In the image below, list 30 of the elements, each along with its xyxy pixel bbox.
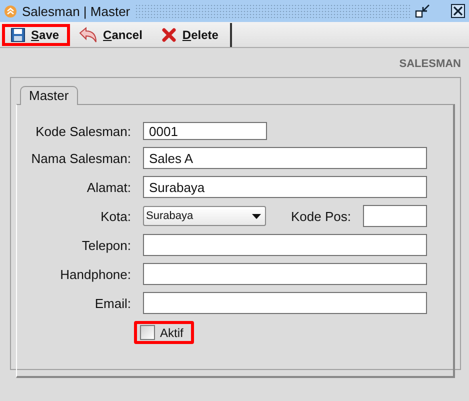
field-label: Handphone:	[59, 266, 131, 282]
close-icon[interactable]	[451, 4, 465, 18]
cancel-button[interactable]: Cancel	[70, 24, 154, 46]
field-label: Telepon:	[80, 238, 131, 252]
dropdown[interactable]: Surabaya	[143, 206, 266, 226]
field-label: Email:	[94, 296, 131, 310]
field-label: Kode Salesman:	[34, 124, 131, 138]
restore-icon[interactable]	[415, 4, 431, 18]
section-heading: SALESMAN	[398, 57, 461, 72]
window-title: Salesman | Master	[22, 4, 130, 18]
undo-arrow-icon	[79, 26, 98, 42]
tab[interactable]: Master	[20, 86, 78, 105]
input-field[interactable]	[143, 263, 427, 285]
input-field[interactable]	[363, 205, 427, 227]
field-label: Kode Pos:	[291, 208, 352, 224]
input-field[interactable]: 0001	[143, 122, 267, 140]
field-label: Kota:	[100, 208, 131, 224]
checkbox[interactable]	[140, 325, 155, 340]
input-field[interactable]	[143, 234, 427, 256]
checkbox-label[interactable]: Aktif	[160, 326, 184, 340]
delete-icon	[162, 28, 176, 42]
input-field[interactable]: Sales A	[143, 147, 427, 169]
app-icon	[4, 4, 17, 18]
delete-button[interactable]: Delete	[153, 24, 230, 46]
field-label: Alamat:	[86, 180, 131, 194]
dropdown-caret-icon	[252, 214, 261, 218]
input-field[interactable]	[143, 292, 427, 314]
input-field[interactable]: Surabaya	[143, 176, 427, 198]
field-label: Nama Salesman:	[30, 150, 131, 166]
save-button[interactable]: Save	[2, 24, 70, 46]
